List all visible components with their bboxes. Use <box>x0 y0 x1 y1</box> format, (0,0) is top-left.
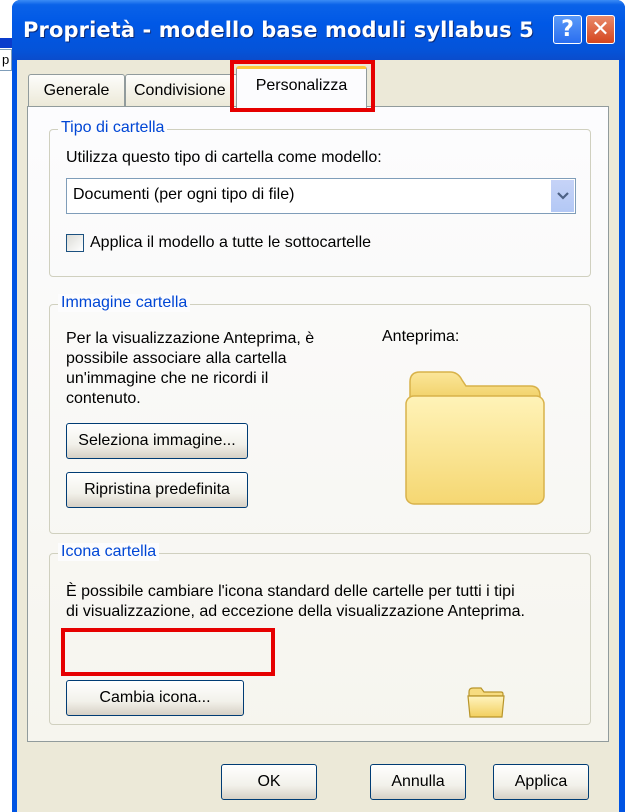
background-window <box>0 0 12 812</box>
apply-button-label: Applica <box>514 773 568 790</box>
restore-default-button-label: Ripristina predefinita <box>84 481 230 498</box>
ok-button-label: OK <box>257 773 281 790</box>
folder-image-desc-line: Per la visualizzazione Anteprima, è <box>66 330 315 347</box>
title-bar[interactable]: Proprietà - modello base moduli syllabus… <box>12 0 625 60</box>
close-button[interactable]: ✕ <box>586 15 615 44</box>
folder-image-desc-line: un'immagine che ne ricordi il <box>66 370 269 387</box>
background-window-field: p <box>0 49 12 71</box>
preview-label: Anteprima: <box>382 328 460 345</box>
restore-default-button[interactable]: Ripristina predefinita <box>66 472 248 508</box>
apply-subfolders-label: Applica il modello a tutte le sottocarte… <box>90 234 372 251</box>
folder-icon <box>465 684 507 720</box>
apply-subfolders-checkbox[interactable] <box>66 234 84 252</box>
select-image-button[interactable]: Seleziona immagine... <box>66 423 248 459</box>
folder-type-select[interactable]: Documenti (per ogni tipo di file) <box>66 178 576 214</box>
highlight-tab-personalizza <box>230 60 375 112</box>
cancel-button-label: Annulla <box>391 773 445 790</box>
group-folder-icon-legend: Icona cartella <box>58 543 160 561</box>
folder-image-desc-line: contenuto. <box>66 390 141 407</box>
folder-type-select-value: Documenti (per ogni tipo di file) <box>73 186 295 203</box>
properties-dialog: Proprietà - modello base moduli syllabus… <box>12 0 625 812</box>
highlight-change-icon-button <box>61 628 275 676</box>
folder-icon-desc-line: È possibile cambiare l'icona standard de… <box>66 583 515 600</box>
folder-type-prompt: Utilizza questo tipo di cartella come mo… <box>66 149 382 166</box>
tab-generale[interactable]: Generale <box>28 74 125 106</box>
screen: p Proprietà - modello base moduli syllab… <box>0 0 625 812</box>
change-icon-button[interactable]: Cambia icona... <box>66 680 244 716</box>
folder-image-desc-line: possibile associare alla cartella <box>66 350 287 367</box>
tab-generale-label: Generale <box>43 81 110 99</box>
dialog-client-area: Generale Condivisione Personalizza Tipo … <box>17 60 619 812</box>
tab-condivisione-label: Condivisione <box>134 81 226 99</box>
background-window-text: p <box>2 52 10 67</box>
folder-preview-icon <box>398 360 552 511</box>
ok-button[interactable]: OK <box>221 764 317 800</box>
background-window-bar <box>0 38 12 48</box>
apply-button[interactable]: Applica <box>493 764 589 800</box>
group-folder-image-legend: Immagine cartella <box>58 294 191 312</box>
group-folder-type: Tipo di cartella Utilizza questo tipo di… <box>49 119 591 277</box>
cancel-button[interactable]: Annulla <box>370 764 466 800</box>
close-icon: ✕ <box>591 17 610 42</box>
tab-condivisione[interactable]: Condivisione <box>125 74 238 106</box>
help-icon: ? <box>561 17 574 42</box>
group-folder-image: Immagine cartella Per la visualizzazione… <box>49 294 591 534</box>
group-folder-type-legend: Tipo di cartella <box>58 119 168 137</box>
chevron-down-icon[interactable] <box>550 180 574 212</box>
help-button[interactable]: ? <box>553 15 582 44</box>
change-icon-button-label: Cambia icona... <box>99 689 211 706</box>
dialog-title: Proprietà - modello base moduli syllabus… <box>23 18 534 42</box>
select-image-button-label: Seleziona immagine... <box>78 432 236 449</box>
folder-icon-desc-line: di visualizzazione, ad eccezione della v… <box>66 603 525 620</box>
